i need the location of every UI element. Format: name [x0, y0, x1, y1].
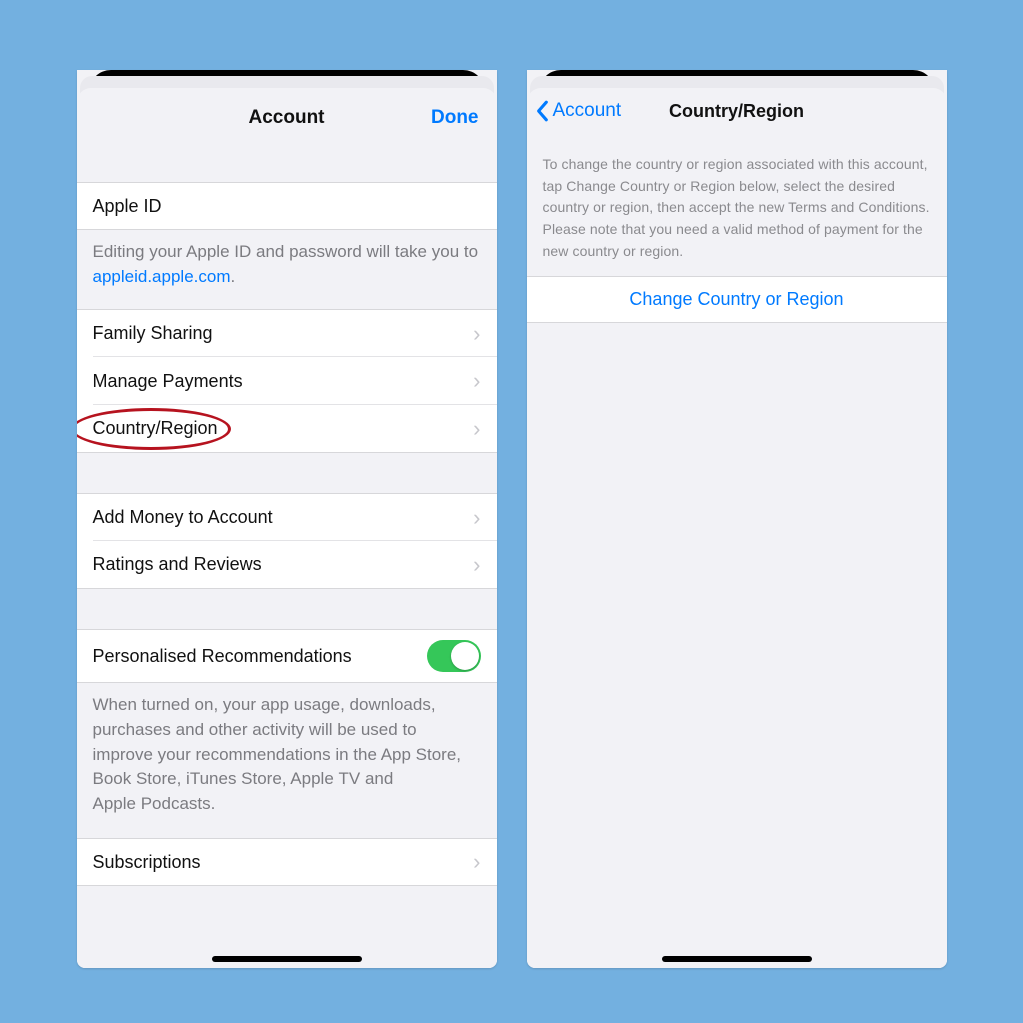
- home-indicator[interactable]: [212, 956, 362, 962]
- done-button[interactable]: Done: [431, 107, 479, 129]
- home-indicator[interactable]: [662, 956, 812, 962]
- subscriptions-label: Subscriptions: [93, 852, 201, 873]
- family-sharing-row[interactable]: Family Sharing ›: [77, 309, 497, 357]
- ratings-reviews-row[interactable]: Ratings and Reviews ›: [77, 541, 497, 589]
- sheet: Account Done Apple ID Editing your Apple…: [77, 88, 497, 968]
- chevron-right-icon: ›: [473, 370, 480, 392]
- country-region-label: Country/Region: [93, 418, 218, 439]
- page-title: Account: [249, 107, 325, 129]
- ratings-reviews-label: Ratings and Reviews: [93, 554, 262, 575]
- subscriptions-row[interactable]: Subscriptions ›: [77, 838, 497, 886]
- instructions-text: To change the country or region associat…: [527, 134, 947, 276]
- personalised-label: Personalised Recommendations: [93, 646, 352, 667]
- back-button[interactable]: Account: [535, 100, 622, 122]
- back-label: Account: [553, 100, 622, 122]
- content-area: To change the country or region associat…: [527, 134, 947, 968]
- personalised-description: When turned on, your app usage, download…: [77, 683, 497, 830]
- family-sharing-label: Family Sharing: [93, 323, 213, 344]
- manage-payments-label: Manage Payments: [93, 371, 243, 392]
- apple-id-row[interactable]: Apple ID: [77, 182, 497, 230]
- chevron-right-icon: ›: [473, 554, 480, 576]
- sheet: Account Country/Region To change the cou…: [527, 88, 947, 968]
- page-title: Country/Region: [669, 101, 804, 122]
- personalised-row: Personalised Recommendations: [77, 629, 497, 683]
- personalised-toggle[interactable]: [427, 640, 481, 672]
- navigation-header: Account Country/Region: [527, 88, 947, 134]
- add-money-row[interactable]: Add Money to Account ›: [77, 493, 497, 541]
- apple-id-label: Apple ID: [93, 196, 162, 217]
- content-area: Apple ID Editing your Apple ID and passw…: [77, 148, 497, 968]
- add-money-label: Add Money to Account: [93, 507, 273, 528]
- apple-id-description: Editing your Apple ID and password will …: [77, 230, 497, 303]
- manage-payments-row[interactable]: Manage Payments ›: [77, 357, 497, 405]
- chevron-right-icon: ›: [473, 851, 480, 873]
- account-screen: Account Done Apple ID Editing your Apple…: [77, 70, 497, 968]
- modal-header: Account Done: [77, 88, 497, 148]
- chevron-right-icon: ›: [473, 507, 480, 529]
- chevron-right-icon: ›: [473, 323, 480, 345]
- apple-id-link[interactable]: appleid.apple.com: [93, 267, 231, 286]
- chevron-left-icon: [535, 100, 551, 122]
- country-region-row[interactable]: Country/Region ›: [77, 405, 497, 453]
- country-region-screen: Account Country/Region To change the cou…: [527, 70, 947, 968]
- change-country-button[interactable]: Change Country or Region: [527, 276, 947, 323]
- chevron-right-icon: ›: [473, 418, 480, 440]
